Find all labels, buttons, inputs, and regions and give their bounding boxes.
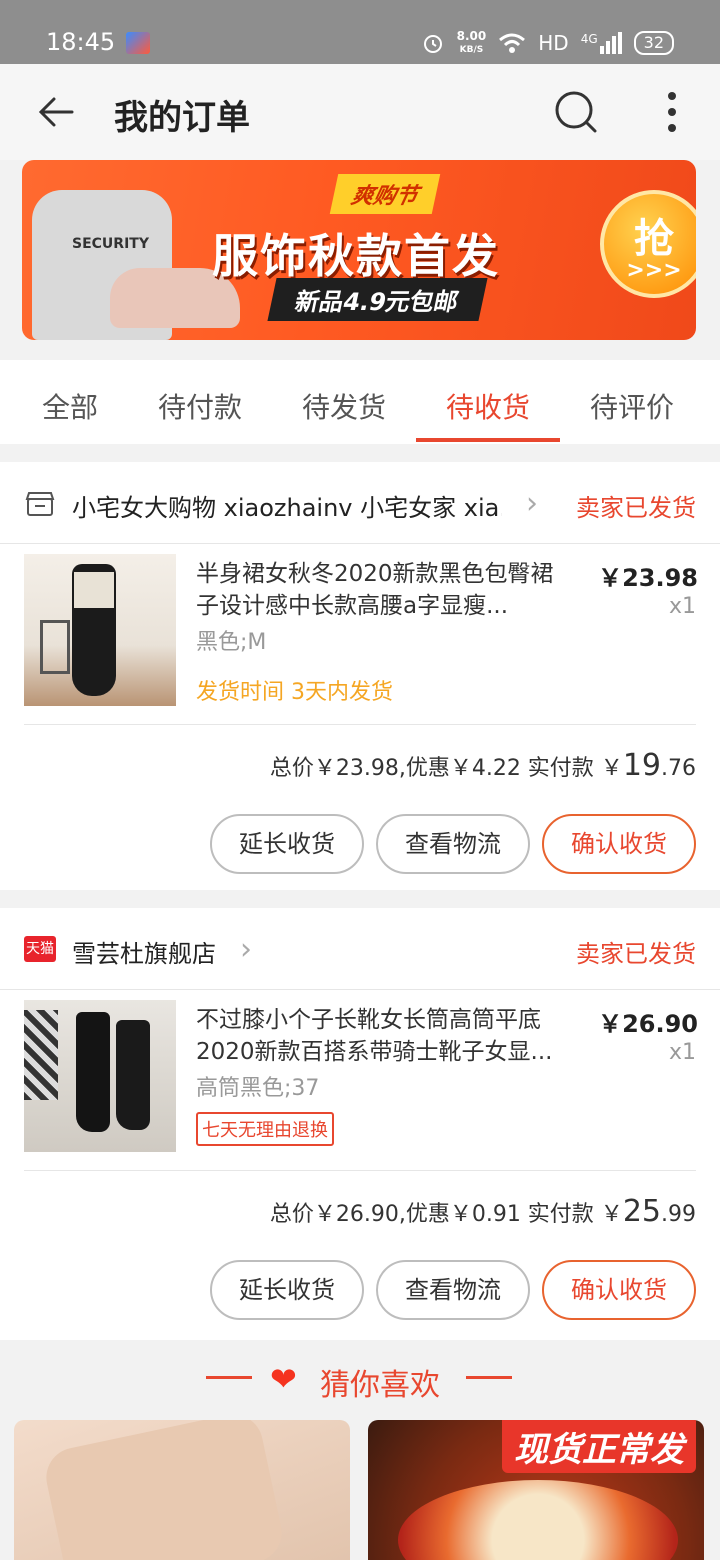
order-totals: 总价￥26.90,优惠￥0.91 实付款 ￥25.99	[270, 1194, 696, 1229]
divider	[24, 1170, 696, 1171]
more-options-icon[interactable]	[660, 90, 684, 134]
order-card: 小宅女大购物 xiaozhainv 小宅女家 xia... › 卖家已发货 半身…	[0, 462, 720, 890]
product-thumbnail[interactable]	[24, 1000, 176, 1152]
app-bar: 我的订单	[0, 64, 720, 160]
extend-receipt-button[interactable]: 延长收货	[210, 1260, 364, 1320]
divider	[206, 1376, 252, 1379]
tab-pending-review[interactable]: 待评价	[590, 386, 674, 426]
recommend-header: ❤ 猜你喜欢	[0, 1340, 720, 1410]
chevron-right-icon[interactable]: ›	[240, 932, 252, 967]
notification-app-icon	[126, 32, 150, 54]
banner-tag: 爽购节	[329, 174, 441, 214]
net-speed-unit: KB/S	[459, 45, 484, 55]
divider	[24, 724, 696, 725]
shop-name[interactable]: 雪芸杜旗舰店	[72, 934, 216, 969]
order-card: 天猫 雪芸杜旗舰店 › 卖家已发货 不过膝小个子长靴女长筒高筒平底2020新款百…	[0, 908, 720, 1340]
alarm-icon	[423, 35, 442, 53]
paid-amount-integer: 19	[622, 748, 661, 783]
status-time: 18:45	[46, 28, 116, 56]
shop-header[interactable]: 天猫 雪芸杜旗舰店 › 卖家已发货	[0, 908, 720, 990]
status-bar: 18:45 8.00 KB/S HD 4G 32	[0, 0, 720, 64]
grab-arrows: >>>	[626, 258, 682, 283]
totals-summary: 总价￥23.98,优惠￥4.22 实付款 ￥	[269, 756, 623, 781]
product-sku: 高筒黑色;37	[196, 1076, 320, 1101]
promo-banner[interactable]: SECURITY 爽购节 服饰秋款首发 新品4.9元包邮 抢 >>>	[22, 160, 696, 340]
paid-amount-decimal: .99	[661, 1202, 696, 1227]
shipping-note: 发货时间 3天内发货	[196, 680, 393, 705]
product-title[interactable]: 半身裙女秋冬2020新款黑色包臀裙子设计感中长款高腰a字显瘦...	[196, 558, 556, 622]
chevron-right-icon[interactable]: ›	[526, 486, 538, 521]
tab-pending-receipt[interactable]: 待收货	[446, 386, 530, 426]
product-price: ￥23.98	[598, 564, 698, 592]
product-price: ￥26.90	[598, 1010, 698, 1038]
heart-icon: ❤	[270, 1360, 297, 1398]
net-speed: 8.00 KB/S	[457, 30, 487, 56]
net-speed-value: 8.00	[456, 29, 487, 43]
recommend-card[interactable]	[14, 1420, 350, 1560]
grab-label: 抢	[634, 216, 674, 262]
product-sku: 黑色;M	[196, 630, 267, 655]
totals-summary: 总价￥26.90,优惠￥0.91 实付款 ￥	[269, 1202, 623, 1227]
order-status: 卖家已发货	[576, 494, 696, 522]
paid-amount-decimal: .76	[661, 756, 696, 781]
view-logistics-button[interactable]: 查看物流	[376, 1260, 530, 1320]
order-status: 卖家已发货	[576, 940, 696, 968]
active-tab-indicator	[416, 438, 560, 442]
product-quantity: x1	[668, 594, 696, 619]
order-tabs: 全部 待付款 待发货 待收货 待评价	[0, 360, 720, 444]
seven-day-return-badge: 七天无理由退换	[196, 1112, 334, 1146]
product-image	[398, 1480, 678, 1560]
signal-type: 4G	[580, 32, 598, 46]
page-title: 我的订单	[114, 98, 250, 138]
order-item[interactable]: 不过膝小个子长靴女长筒高筒平底2020新款百搭系带骑士靴子女显... 高筒黑色;…	[0, 990, 720, 1170]
confirm-receipt-button[interactable]: 确认收货	[542, 814, 696, 874]
signal-icon: 4G	[581, 32, 622, 54]
confirm-receipt-button[interactable]: 确认收货	[542, 1260, 696, 1320]
recommend-title: 猜你喜欢	[320, 1368, 440, 1403]
shop-icon	[25, 492, 55, 516]
order-totals: 总价￥23.98,优惠￥4.22 实付款 ￥19.76	[270, 748, 696, 783]
status-indicators: 8.00 KB/S HD 4G 32	[421, 28, 674, 58]
product-image	[40, 1420, 288, 1560]
shop-header[interactable]: 小宅女大购物 xiaozhainv 小宅女家 xia... › 卖家已发货	[0, 462, 720, 544]
banner-headline: 服饰秋款首发	[212, 229, 500, 283]
product-quantity: x1	[668, 1040, 696, 1065]
paid-amount-integer: 25	[622, 1194, 661, 1229]
hd-indicator: HD	[538, 31, 569, 55]
sweater-print: SECURITY	[72, 236, 149, 252]
tab-pending-shipment[interactable]: 待发货	[302, 386, 386, 426]
search-icon[interactable]	[552, 88, 600, 136]
shop-name[interactable]: 小宅女大购物 xiaozhainv 小宅女家 xia...	[72, 488, 502, 523]
tmall-badge: 天猫	[24, 936, 56, 962]
extend-receipt-button[interactable]: 延长收货	[210, 814, 364, 874]
product-thumbnail[interactable]	[24, 554, 176, 706]
recommend-card[interactable]: 现货正常发	[368, 1420, 704, 1560]
tab-all[interactable]: 全部	[42, 386, 98, 426]
battery-icon: 32	[633, 31, 674, 55]
view-logistics-button[interactable]: 查看物流	[376, 814, 530, 874]
back-arrow-icon[interactable]	[32, 88, 80, 136]
divider	[466, 1376, 512, 1379]
grab-button[interactable]: 抢 >>>	[600, 190, 696, 298]
wifi-icon	[499, 33, 526, 53]
tab-pending-payment[interactable]: 待付款	[158, 386, 242, 426]
order-item[interactable]: 半身裙女秋冬2020新款黑色包臀裙子设计感中长款高腰a字显瘦... 黑色;M ￥…	[0, 544, 720, 724]
banner-subtitle: 新品4.9元包邮	[267, 278, 488, 321]
product-title[interactable]: 不过膝小个子长靴女长筒高筒平底2020新款百搭系带骑士靴子女显...	[196, 1004, 556, 1068]
promo-tag: 现货正常发	[502, 1420, 696, 1473]
